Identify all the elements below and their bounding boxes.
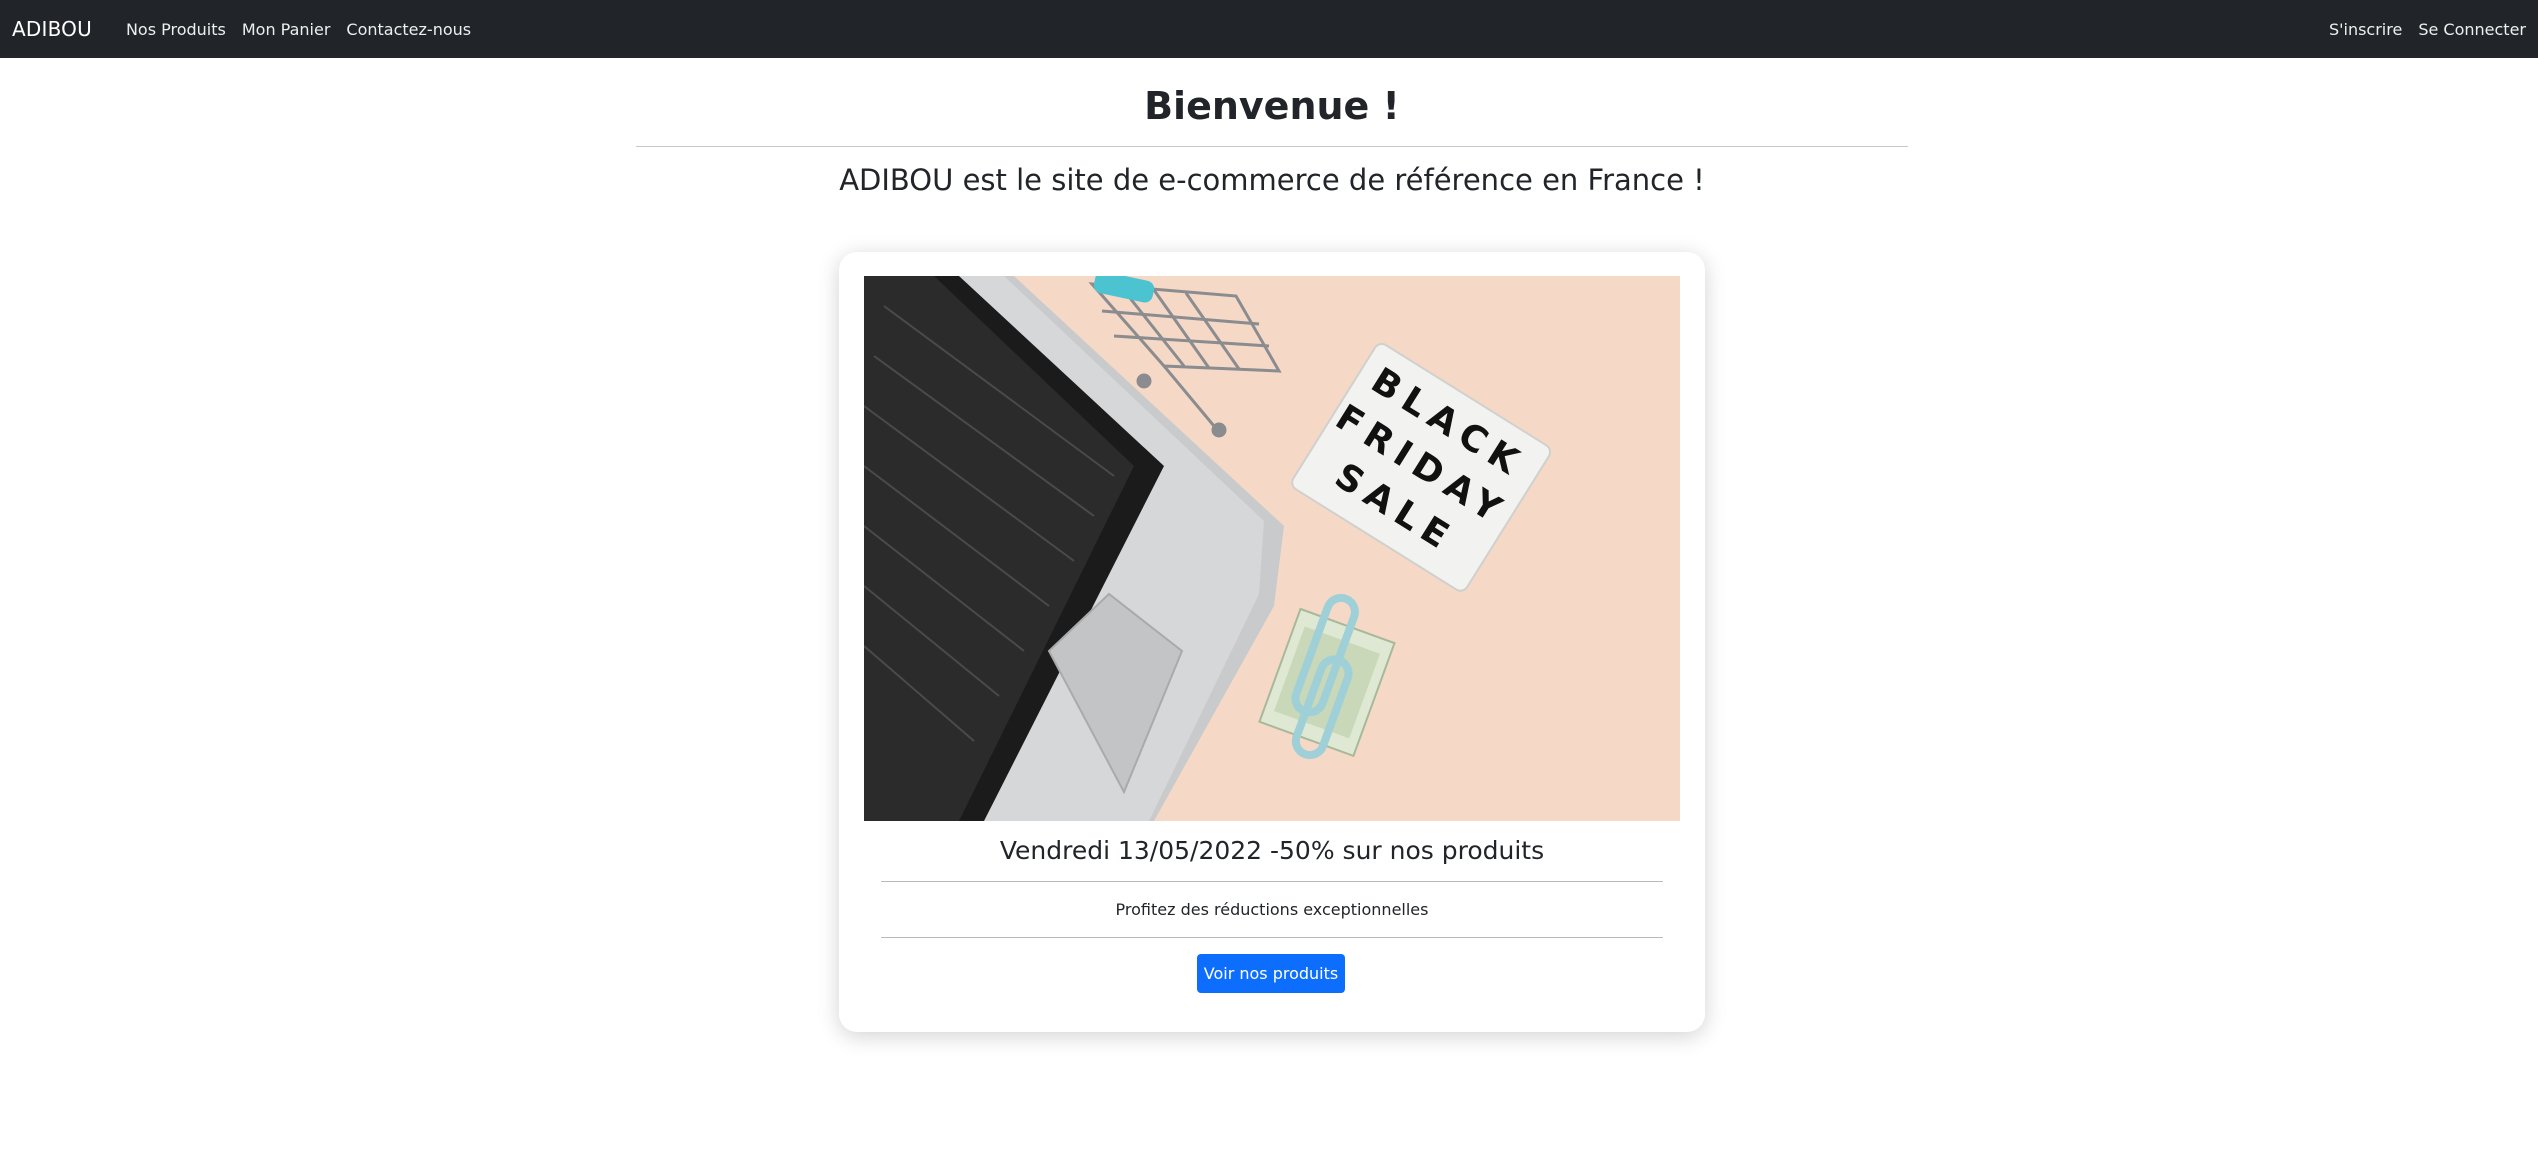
page-title: Bienvenue ! — [1144, 84, 1400, 128]
signup-link[interactable]: S'inscrire — [2329, 20, 2402, 39]
brand-link[interactable]: ADIBOU — [12, 17, 92, 41]
nav-auth-links: S'inscrire Se Connecter — [2329, 20, 2526, 39]
promo-title: Vendredi 13/05/2022 -50% sur nos produit… — [999, 836, 1545, 865]
view-products-button[interactable]: Voir nos produits — [1197, 954, 1345, 993]
promo-card: BLACK FRIDAY SALE Vendredi 13/05/2022 -5… — [839, 252, 1705, 1032]
top-navbar: ADIBOU Nos Produits Mon Panier Contactez… — [0, 0, 2538, 58]
card-divider-bottom — [881, 937, 1663, 938]
promo-text: Profitez des réductions exceptionnelles — [1115, 900, 1429, 919]
promo-image: BLACK FRIDAY SALE — [864, 276, 1680, 821]
nav-link-contact[interactable]: Contactez-nous — [338, 20, 479, 39]
hero-section: Bienvenue ! ADIBOU est le site de e-comm… — [636, 58, 1908, 197]
nav-link-produits[interactable]: Nos Produits — [118, 20, 234, 39]
login-link[interactable]: Se Connecter — [2402, 20, 2526, 39]
title-divider — [636, 145, 1908, 147]
card-divider-top — [881, 881, 1663, 882]
nav-link-panier[interactable]: Mon Panier — [234, 20, 339, 39]
page-subtitle: ADIBOU est le site de e-commerce de réfé… — [839, 162, 1705, 197]
nav-links: Nos Produits Mon Panier Contactez-nous — [118, 20, 479, 39]
